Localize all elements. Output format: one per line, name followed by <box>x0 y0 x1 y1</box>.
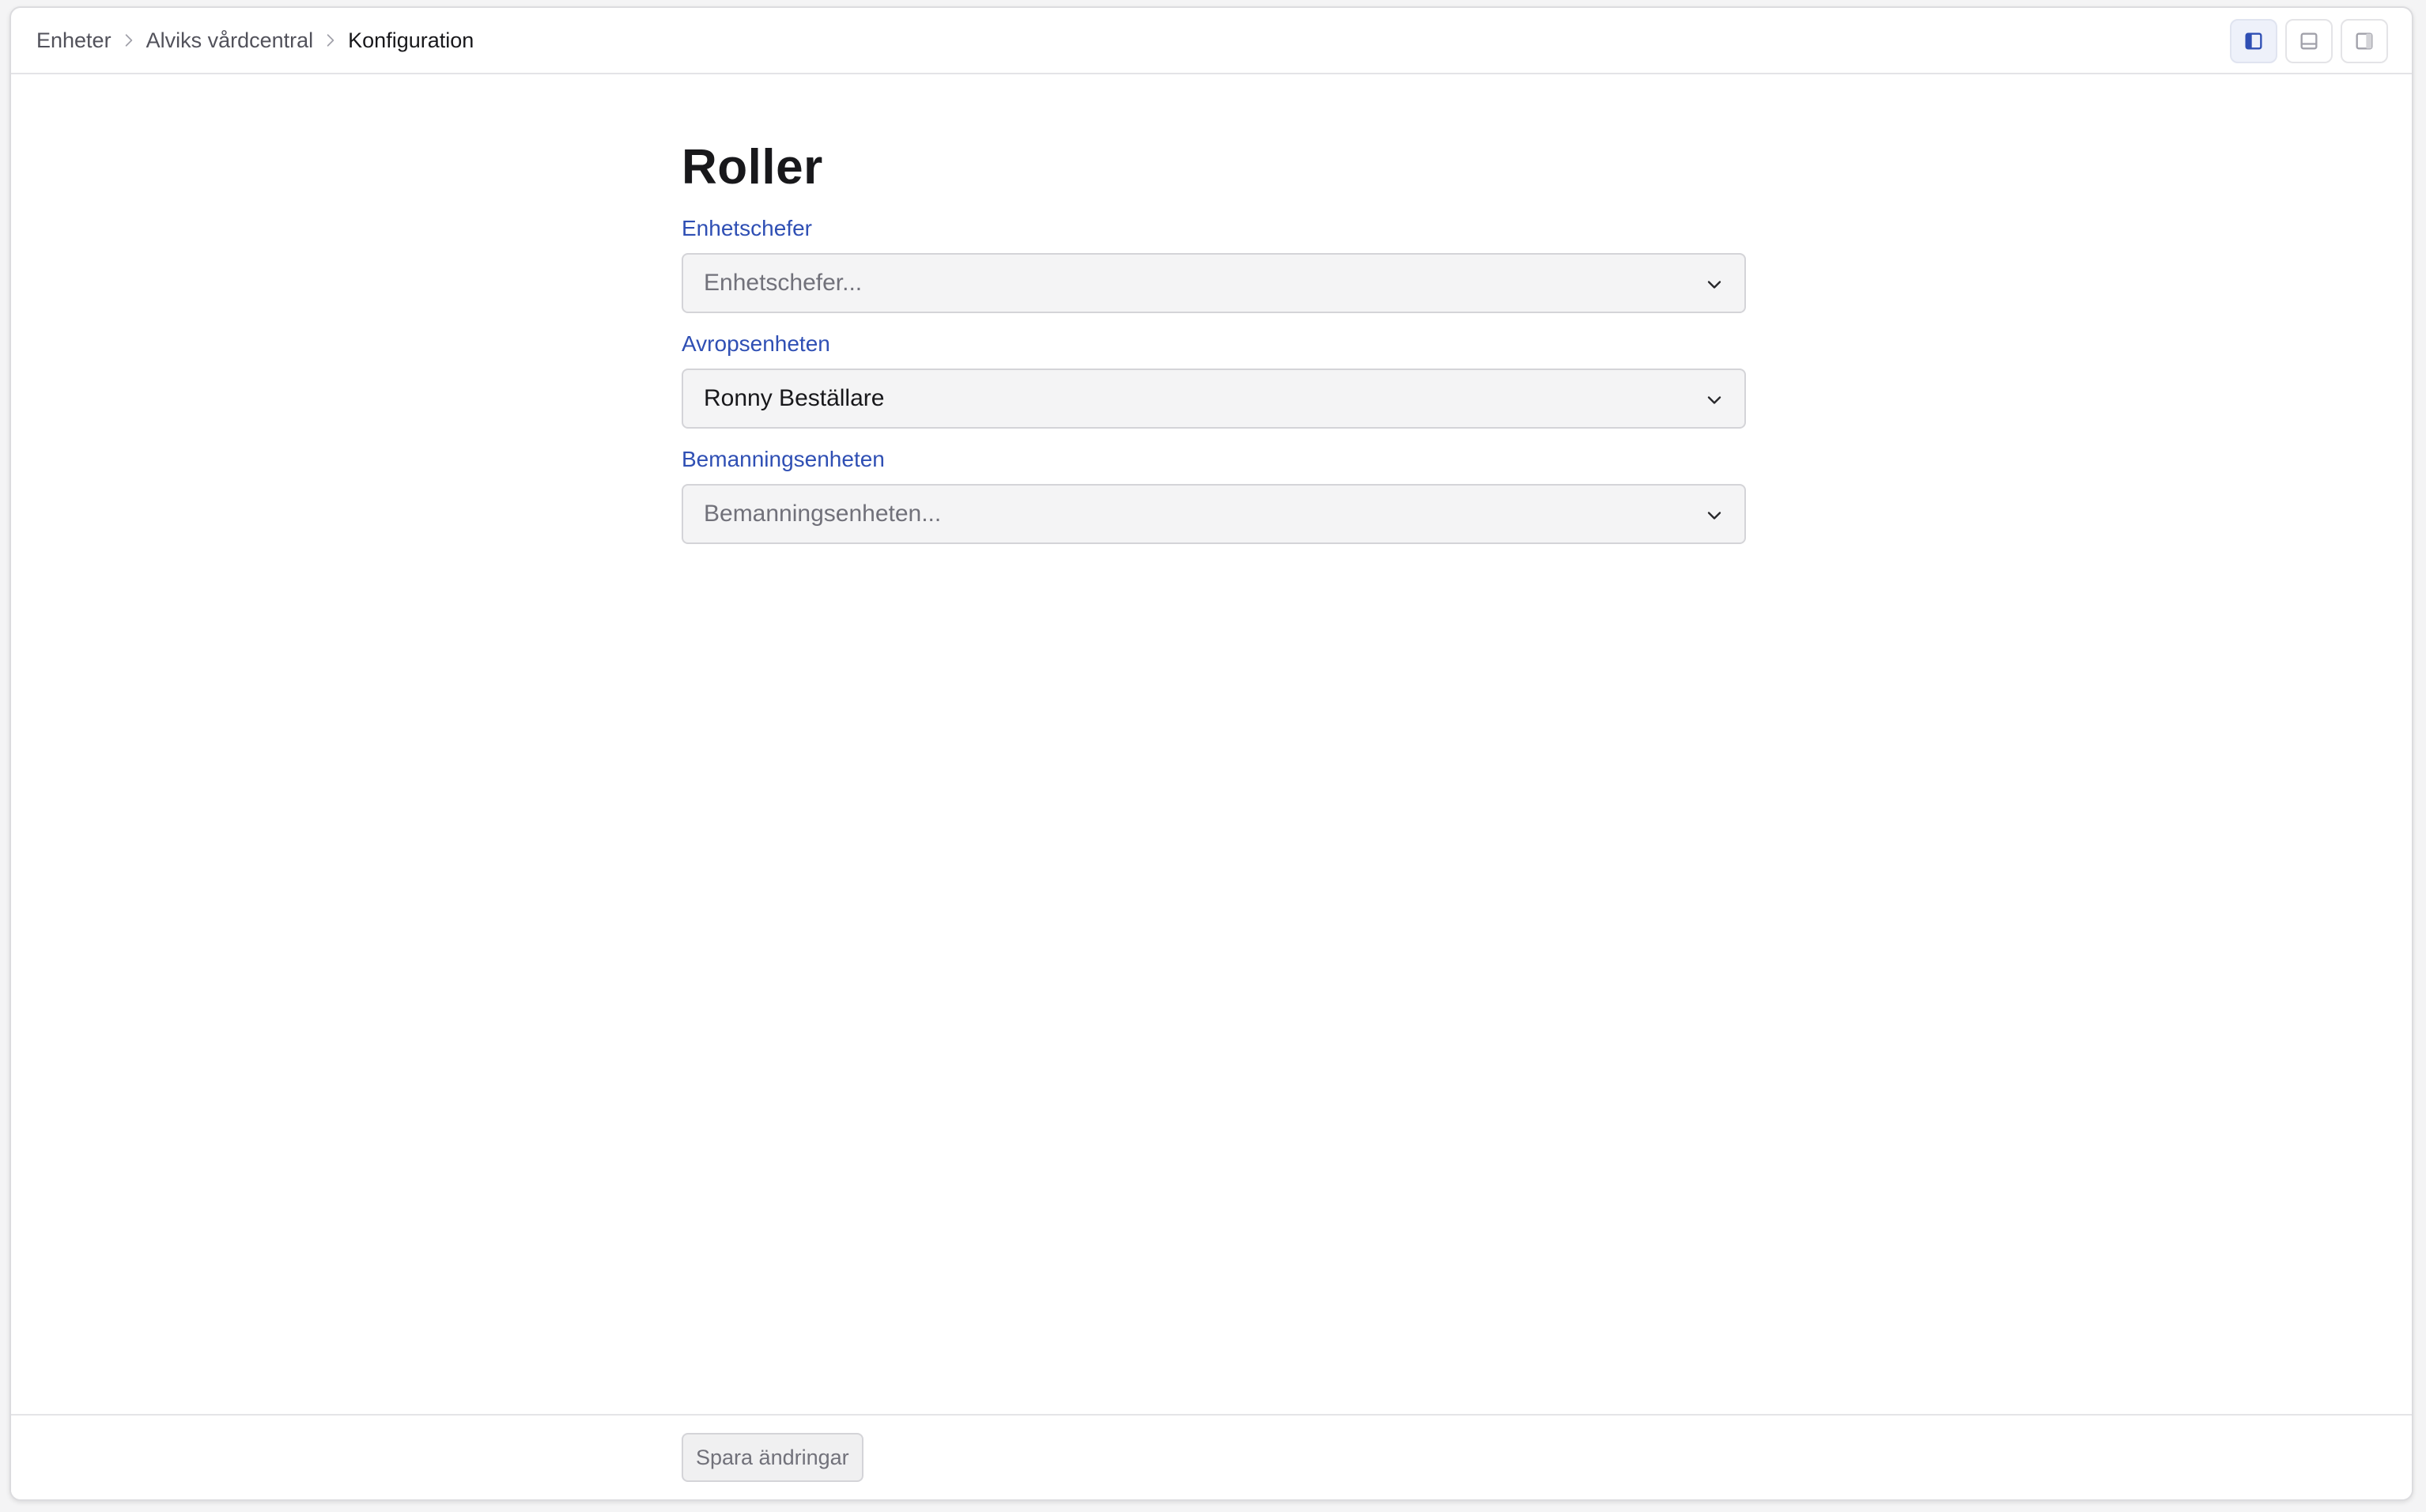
avropsenheten-select[interactable]: Ronny Beställare <box>682 369 1746 429</box>
avropsenheten-value: Ronny Beställare <box>704 385 885 411</box>
top-bar: Enheter Alviks vårdcentral Konfiguration <box>11 8 2412 74</box>
main-content: Roller Enhetschefer Enhetschefer... Avro… <box>682 120 1746 544</box>
left-panel-layout-button[interactable] <box>2230 19 2277 63</box>
chevron-right-icon <box>111 28 146 52</box>
chevron-down-icon <box>1707 396 1721 404</box>
chevron-down-icon <box>1707 512 1721 520</box>
chevron-down-icon <box>1707 281 1721 289</box>
panel-bottom-icon <box>2300 32 2318 50</box>
enhetschefer-select[interactable]: Enhetschefer... <box>682 253 1746 313</box>
breadcrumb: Enheter Alviks vårdcentral Konfiguration <box>36 28 474 53</box>
page-title: Roller <box>682 140 823 195</box>
sidebar-right-icon <box>2356 32 2373 50</box>
bemanningsenheten-placeholder: Bemanningsenheten... <box>704 501 942 527</box>
breadcrumb-item-unit[interactable]: Alviks vårdcentral <box>146 28 314 53</box>
avropsenheten-label: Avropsenheten <box>682 331 830 356</box>
breadcrumb-item-enheter[interactable]: Enheter <box>36 28 111 53</box>
sidebar-left-icon <box>2245 32 2262 50</box>
enhetschefer-placeholder: Enhetschefer... <box>704 270 863 296</box>
bemanningsenheten-select[interactable]: Bemanningsenheten... <box>682 484 1746 544</box>
bottom-panel-layout-button[interactable] <box>2285 19 2333 63</box>
right-panel-layout-button[interactable] <box>2341 19 2388 63</box>
breadcrumb-current: Konfiguration <box>348 28 474 52</box>
layout-toggle-group <box>2230 19 2388 63</box>
app-window: Enheter Alviks vårdcentral Konfiguration <box>9 6 2413 1501</box>
chevron-right-icon <box>313 28 348 52</box>
save-changes-button[interactable]: Spara ändringar <box>682 1433 863 1482</box>
bemanningsenheten-label: Bemanningsenheten <box>682 447 885 471</box>
footer-bar: Spara ändringar <box>11 1414 2412 1499</box>
enhetschefer-label: Enhetschefer <box>682 216 812 240</box>
